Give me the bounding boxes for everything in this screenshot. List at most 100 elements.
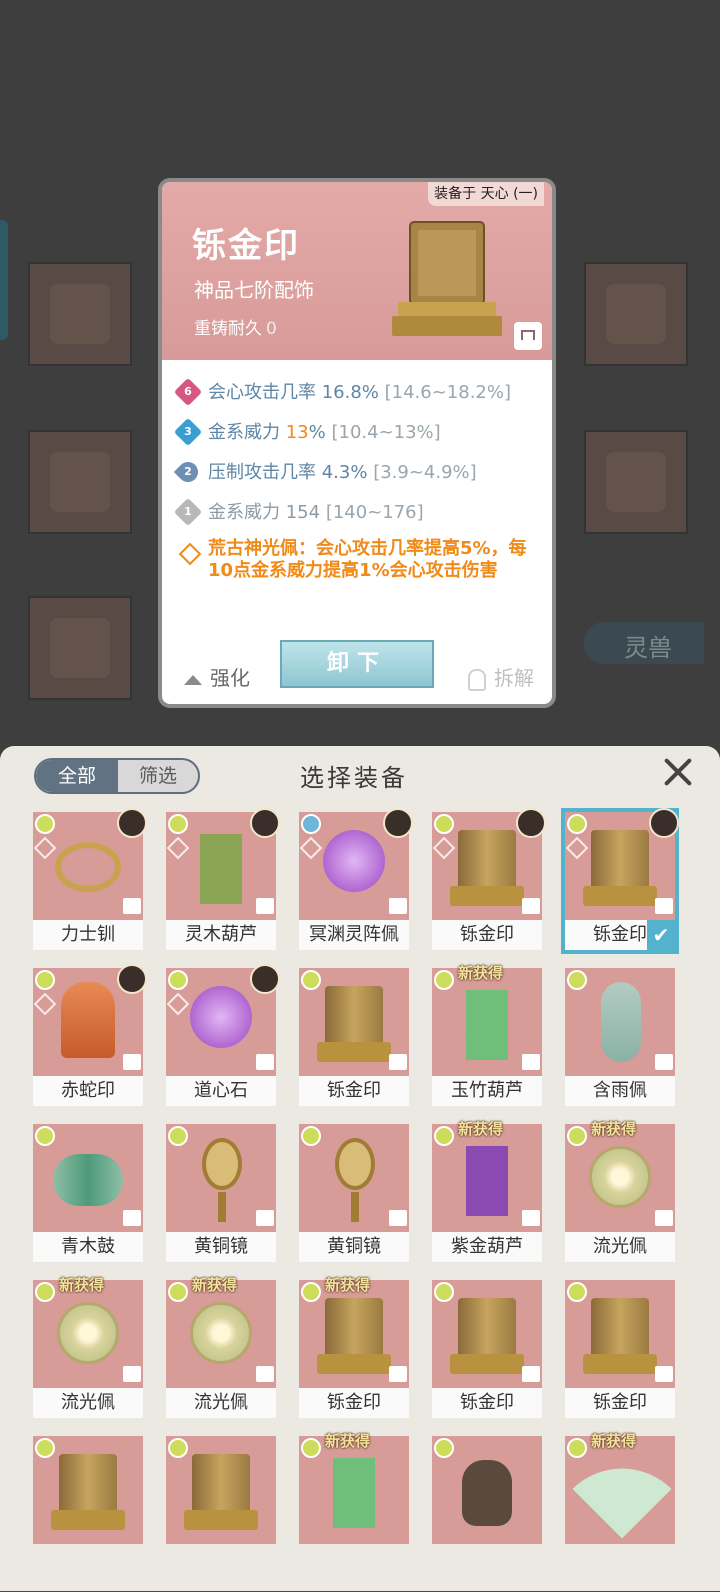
equipment-tile[interactable]: 新获得 流光佩 bbox=[166, 1276, 276, 1418]
element-icon bbox=[567, 814, 587, 834]
equipment-art: 新获得 bbox=[33, 1276, 143, 1388]
equipment-tile[interactable]: 含雨佩 bbox=[565, 968, 675, 1106]
stat-range: [10.4~13%] bbox=[331, 422, 441, 443]
equipment-label: 赤蛇印 bbox=[33, 1076, 143, 1106]
character-avatar bbox=[250, 808, 280, 838]
arrow-up-icon bbox=[184, 674, 202, 685]
filter-segment: 全部 筛选 bbox=[34, 758, 200, 794]
disassemble-button[interactable]: 拆解 bbox=[468, 662, 534, 691]
bg-slot bbox=[28, 262, 132, 366]
disassemble-icon bbox=[468, 668, 486, 691]
equipment-tile[interactable]: 赤蛇印 bbox=[33, 964, 147, 1106]
equipment-art: 新获得 bbox=[299, 1432, 409, 1544]
equipment-art bbox=[33, 964, 147, 1076]
strengthen-button[interactable]: 强化 bbox=[184, 662, 250, 691]
element-icon bbox=[301, 1126, 321, 1146]
stat-row: 2 压制攻击几率 4.3% [3.9~4.9%] bbox=[173, 454, 548, 494]
new-badge: 新获得 bbox=[325, 1432, 371, 1450]
gourd-icon bbox=[333, 1458, 375, 1528]
seal-icon bbox=[184, 1454, 258, 1530]
equipment-tile[interactable]: 新获得 流光佩 bbox=[565, 1120, 675, 1262]
stat-range: [140~176] bbox=[325, 502, 424, 523]
bag-icon bbox=[256, 898, 274, 914]
gourd-icon bbox=[466, 990, 508, 1060]
equipment-tile[interactable]: 铄金印 bbox=[565, 1280, 675, 1418]
equipment-label: 紫金葫芦 bbox=[432, 1232, 542, 1262]
character-avatar bbox=[649, 808, 679, 838]
equipment-tile[interactable]: 灵木葫芦 bbox=[166, 808, 280, 950]
bag-icon bbox=[462, 1460, 512, 1526]
equipment-tile[interactable]: 铄金印 bbox=[432, 1280, 542, 1418]
equipment-art: 新获得 bbox=[166, 1276, 276, 1388]
unequip-button[interactable]: 卸下 bbox=[280, 640, 434, 688]
bag-icon bbox=[522, 1210, 540, 1226]
equipment-tile[interactable]: 新获得 铄金印 bbox=[299, 1276, 409, 1418]
equipment-art: 新获得 bbox=[432, 964, 542, 1076]
set-mark-icon bbox=[432, 836, 456, 860]
equipment-label: 铄金印 bbox=[565, 1388, 675, 1418]
equipment-tile[interactable]: 冥渊灵阵佩 bbox=[299, 808, 413, 950]
equipment-art bbox=[166, 1436, 276, 1544]
equipment-tile[interactable]: 铄金印 bbox=[432, 808, 546, 950]
bag-icon bbox=[123, 1054, 141, 1070]
drum-icon bbox=[53, 1154, 123, 1206]
equipment-tile[interactable]: 黄铜镜 bbox=[166, 1124, 276, 1262]
equipment-label: 流光佩 bbox=[565, 1232, 675, 1262]
coil-icon bbox=[61, 982, 115, 1058]
stat-row: 6 会心攻击几率 16.8% [14.6~18.2%] bbox=[173, 374, 548, 414]
equipment-art bbox=[299, 968, 409, 1076]
equipment-art: 新获得 bbox=[299, 1276, 409, 1388]
equipment-label: 黄铜镜 bbox=[299, 1232, 409, 1262]
equipment-tile[interactable]: 新获得 流光佩 bbox=[33, 1276, 143, 1418]
equipment-art bbox=[166, 1124, 276, 1232]
element-icon bbox=[434, 814, 454, 834]
stat-list: 6 会心攻击几率 16.8% [14.6~18.2%] 3 金系威力 13% [… bbox=[173, 374, 548, 534]
stat-text: 金系威力 bbox=[208, 422, 286, 443]
equipment-tile[interactable] bbox=[166, 1436, 276, 1574]
character-avatar bbox=[250, 964, 280, 994]
rank-badge-icon: 6 bbox=[173, 377, 203, 407]
bag-icon bbox=[655, 1366, 673, 1382]
set-mark-icon bbox=[565, 836, 589, 860]
equipment-tile[interactable]: 新获得 bbox=[299, 1432, 409, 1574]
equipment-label: 冥渊灵阵佩 bbox=[299, 920, 409, 950]
element-icon bbox=[35, 1126, 55, 1146]
character-avatar bbox=[117, 808, 147, 838]
seal-icon bbox=[450, 1298, 524, 1374]
element-icon bbox=[567, 970, 587, 990]
equipment-label: 铄金印 bbox=[299, 1388, 409, 1418]
equipment-tile[interactable]: 铄金印 ✔ bbox=[561, 808, 679, 954]
set-bonus-icon bbox=[178, 542, 202, 566]
equipment-tile[interactable]: 道心石 bbox=[166, 964, 280, 1106]
close-icon[interactable] bbox=[662, 756, 694, 788]
equipment-tile[interactable] bbox=[432, 1436, 542, 1574]
equipment-tile[interactable]: 青木鼓 bbox=[33, 1124, 143, 1262]
equipment-label: 流光佩 bbox=[33, 1388, 143, 1418]
set-mark-icon bbox=[166, 992, 190, 1016]
bag-icon[interactable] bbox=[514, 322, 542, 350]
equipment-tile[interactable] bbox=[33, 1436, 143, 1574]
equipment-tile[interactable]: 黄铜镜 bbox=[299, 1124, 409, 1262]
element-icon bbox=[35, 1438, 55, 1458]
equipment-tile[interactable]: 新获得紫金葫芦 bbox=[432, 1120, 542, 1262]
bag-icon bbox=[256, 1366, 274, 1382]
bag-icon bbox=[522, 1366, 540, 1382]
equipment-tile[interactable]: 力士钏 bbox=[33, 808, 147, 950]
element-icon bbox=[301, 1282, 321, 1302]
card-header: 装备于 天心 (一) 铄金印 神品七阶配饰 重铸耐久 0 bbox=[162, 182, 552, 360]
set-mark-icon bbox=[33, 992, 57, 1016]
left-edge-tab bbox=[0, 220, 8, 340]
set-mark-icon bbox=[166, 836, 190, 860]
character-avatar bbox=[117, 964, 147, 994]
orb-icon bbox=[323, 830, 385, 892]
new-badge: 新获得 bbox=[458, 1120, 504, 1138]
mirror-icon bbox=[202, 1138, 242, 1222]
equipment-tile[interactable]: 新获得 玉竹葫芦 bbox=[432, 964, 542, 1106]
bg-slot bbox=[584, 430, 688, 534]
equipment-tile[interactable]: 新获得 bbox=[565, 1432, 675, 1574]
tab-filter[interactable]: 筛选 bbox=[118, 760, 198, 792]
element-icon bbox=[301, 970, 321, 990]
equipment-tile[interactable]: 铄金印 bbox=[299, 968, 409, 1106]
equipment-art bbox=[565, 1280, 675, 1388]
tab-all[interactable]: 全部 bbox=[36, 760, 118, 792]
